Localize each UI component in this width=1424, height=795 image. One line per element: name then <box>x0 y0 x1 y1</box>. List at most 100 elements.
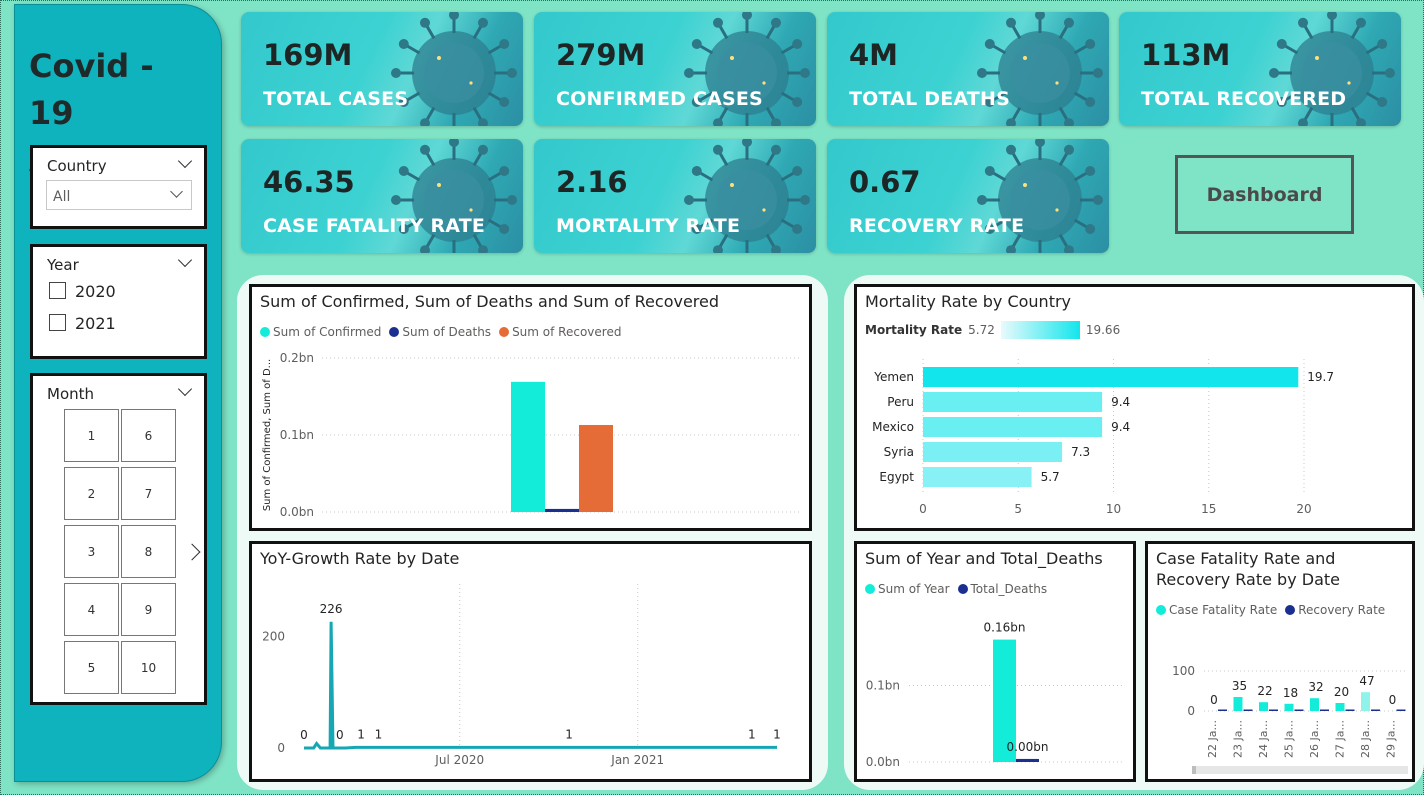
bar[interactable] <box>923 417 1103 437</box>
bar[interactable] <box>545 508 579 512</box>
category-label: Peru <box>887 395 914 409</box>
kpi-label: CASE FATALITY RATE <box>263 215 486 237</box>
kpi-label: MORTALITY RATE <box>556 215 741 237</box>
bar[interactable] <box>1243 709 1253 712</box>
bar[interactable] <box>923 392 1103 412</box>
x-tick-label: 10 <box>1106 502 1121 516</box>
data-label: 0.16bn <box>984 621 1026 635</box>
kpi-label: TOTAL DEATHS <box>849 88 1010 110</box>
x-tick-label: 22 Ja... <box>1206 720 1219 758</box>
bar[interactable] <box>1294 709 1304 712</box>
chevron-right-icon[interactable] <box>183 543 201 561</box>
month-tile[interactable]: 1 <box>64 409 119 462</box>
month-slicer-title: Month <box>47 385 95 403</box>
x-tick-label: 20 <box>1296 502 1311 516</box>
year-total-deaths-chart[interactable]: Sum of Year and Total_Deaths Sum of Year… <box>854 541 1136 782</box>
chevron-down-icon[interactable] <box>177 153 193 169</box>
data-label: 47 <box>1359 674 1374 688</box>
month-slicer[interactable]: Month 1 6 2 7 3 8 4 9 5 10 <box>30 373 207 705</box>
x-tick-label: 24 Ja... <box>1257 720 1270 758</box>
scrollbar-track[interactable] <box>1192 766 1408 774</box>
month-tile[interactable]: 5 <box>64 641 119 694</box>
y-tick-label: 0.0bn <box>280 505 314 519</box>
kpi-card: 169M TOTAL CASES <box>241 12 523 126</box>
x-tick-label: 29 Ja... <box>1385 720 1398 758</box>
data-label: 0.00bn <box>1007 740 1049 754</box>
data-label: 0 <box>336 728 344 742</box>
bar[interactable] <box>1396 709 1406 712</box>
chevron-down-icon[interactable] <box>170 185 183 198</box>
chart-plot: 0 5 10 15 20 Yemen 19.7 Peru 9.4 Mexico 9.4 Syria 7.… <box>872 359 1334 516</box>
year-2021-checkbox[interactable] <box>49 314 66 331</box>
kpi-card: 46.35 CASE FATALITY RATE <box>241 139 523 253</box>
kpi-card: 113M TOTAL RECOVERED <box>1119 12 1401 126</box>
x-tick-label: 0 <box>919 502 927 516</box>
data-label: 20 <box>1334 685 1349 699</box>
data-label: 7.3 <box>1071 445 1090 459</box>
year-slicer-title: Year <box>47 256 79 274</box>
year-2020-checkbox[interactable] <box>49 282 66 299</box>
chevron-down-icon[interactable] <box>177 252 193 268</box>
confirmed-deaths-recovered-chart[interactable]: Sum of Confirmed, Sum of Deaths and Sum … <box>249 284 812 531</box>
data-label: 1 <box>375 727 383 741</box>
data-label: 18 <box>1283 686 1298 700</box>
bar[interactable] <box>1284 703 1294 711</box>
bar[interactable] <box>1016 758 1039 762</box>
kpi-value: 0.67 <box>849 165 921 199</box>
data-label: 1 <box>748 727 756 741</box>
scrollbar-thumb[interactable] <box>1192 766 1196 774</box>
x-tick-label: 25 Ja... <box>1283 720 1296 758</box>
mortality-by-country-chart[interactable]: Mortality Rate by Country Mortality Rate… <box>854 284 1415 531</box>
bar[interactable] <box>511 381 545 512</box>
bar[interactable] <box>1320 709 1329 712</box>
y-tick-label: 100 <box>1172 664 1195 678</box>
bar[interactable] <box>1233 697 1243 711</box>
chart-plot: 0.0bn 0.1bn 0.2bn Sum of Confirmed, Sum of … <box>262 351 802 519</box>
month-tile[interactable]: 9 <box>121 583 176 636</box>
month-tile[interactable]: 10 <box>121 641 176 694</box>
data-label: 22 <box>1257 684 1272 698</box>
bar[interactable] <box>1218 709 1227 712</box>
country-dropdown-value: All <box>53 189 71 205</box>
kpi-value: 279M <box>556 38 646 72</box>
x-tick-label: Jan 2021 <box>610 753 664 767</box>
month-tile[interactable]: 3 <box>64 525 119 578</box>
bar[interactable] <box>1269 709 1278 712</box>
x-tick-label: 27 Ja... <box>1334 720 1347 758</box>
month-tile[interactable]: 4 <box>64 583 119 636</box>
bar[interactable] <box>1361 692 1370 711</box>
y-tick-label: 0 <box>1187 704 1195 718</box>
data-label: 1 <box>565 727 573 741</box>
bar[interactable] <box>923 442 1063 462</box>
year-slicer[interactable]: Year 2020 2021 <box>30 244 207 359</box>
bar[interactable] <box>1259 702 1268 711</box>
bar[interactable] <box>1335 703 1345 711</box>
bar[interactable] <box>1345 709 1355 712</box>
data-label: 35 <box>1232 679 1247 693</box>
bar[interactable] <box>923 367 1299 387</box>
country-slicer[interactable]: Country All <box>30 145 207 229</box>
y-tick-label: 0.1bn <box>866 679 900 693</box>
x-tick-label: Jul 2020 <box>434 753 484 767</box>
y-tick-label: 0.1bn <box>280 428 314 442</box>
kpi-value: 2.16 <box>556 165 628 199</box>
bar[interactable] <box>579 424 613 512</box>
y-tick-label: 0 <box>277 741 285 755</box>
data-label: 226 <box>320 602 343 616</box>
chevron-down-icon[interactable] <box>177 381 193 397</box>
month-tile[interactable]: 8 <box>121 525 176 578</box>
kpi-label: CONFIRMED CASES <box>556 88 763 110</box>
country-dropdown[interactable]: All <box>46 180 192 210</box>
month-tile[interactable]: 6 <box>121 409 176 462</box>
kpi-card: 2.16 MORTALITY RATE <box>534 139 816 253</box>
yoy-growth-chart[interactable]: YoY-Growth Rate by Date Jul 2020 Jan 2021… <box>249 541 812 782</box>
cfr-recovery-chart[interactable]: Case Fatality Rate and Recovery Rate by … <box>1145 541 1415 782</box>
dashboard-button[interactable]: Dashboard <box>1175 155 1354 234</box>
bar[interactable] <box>923 467 1032 487</box>
chart-plot: 0 100 0 22 Ja... 35 23 Ja... 22 24 Ja... 18 25 Ja… <box>1172 664 1408 774</box>
category-label: Syria <box>884 445 914 459</box>
bar[interactable] <box>1310 698 1319 711</box>
bar[interactable] <box>1371 709 1380 712</box>
month-tile[interactable]: 7 <box>121 467 176 520</box>
month-tile[interactable]: 2 <box>64 467 119 520</box>
